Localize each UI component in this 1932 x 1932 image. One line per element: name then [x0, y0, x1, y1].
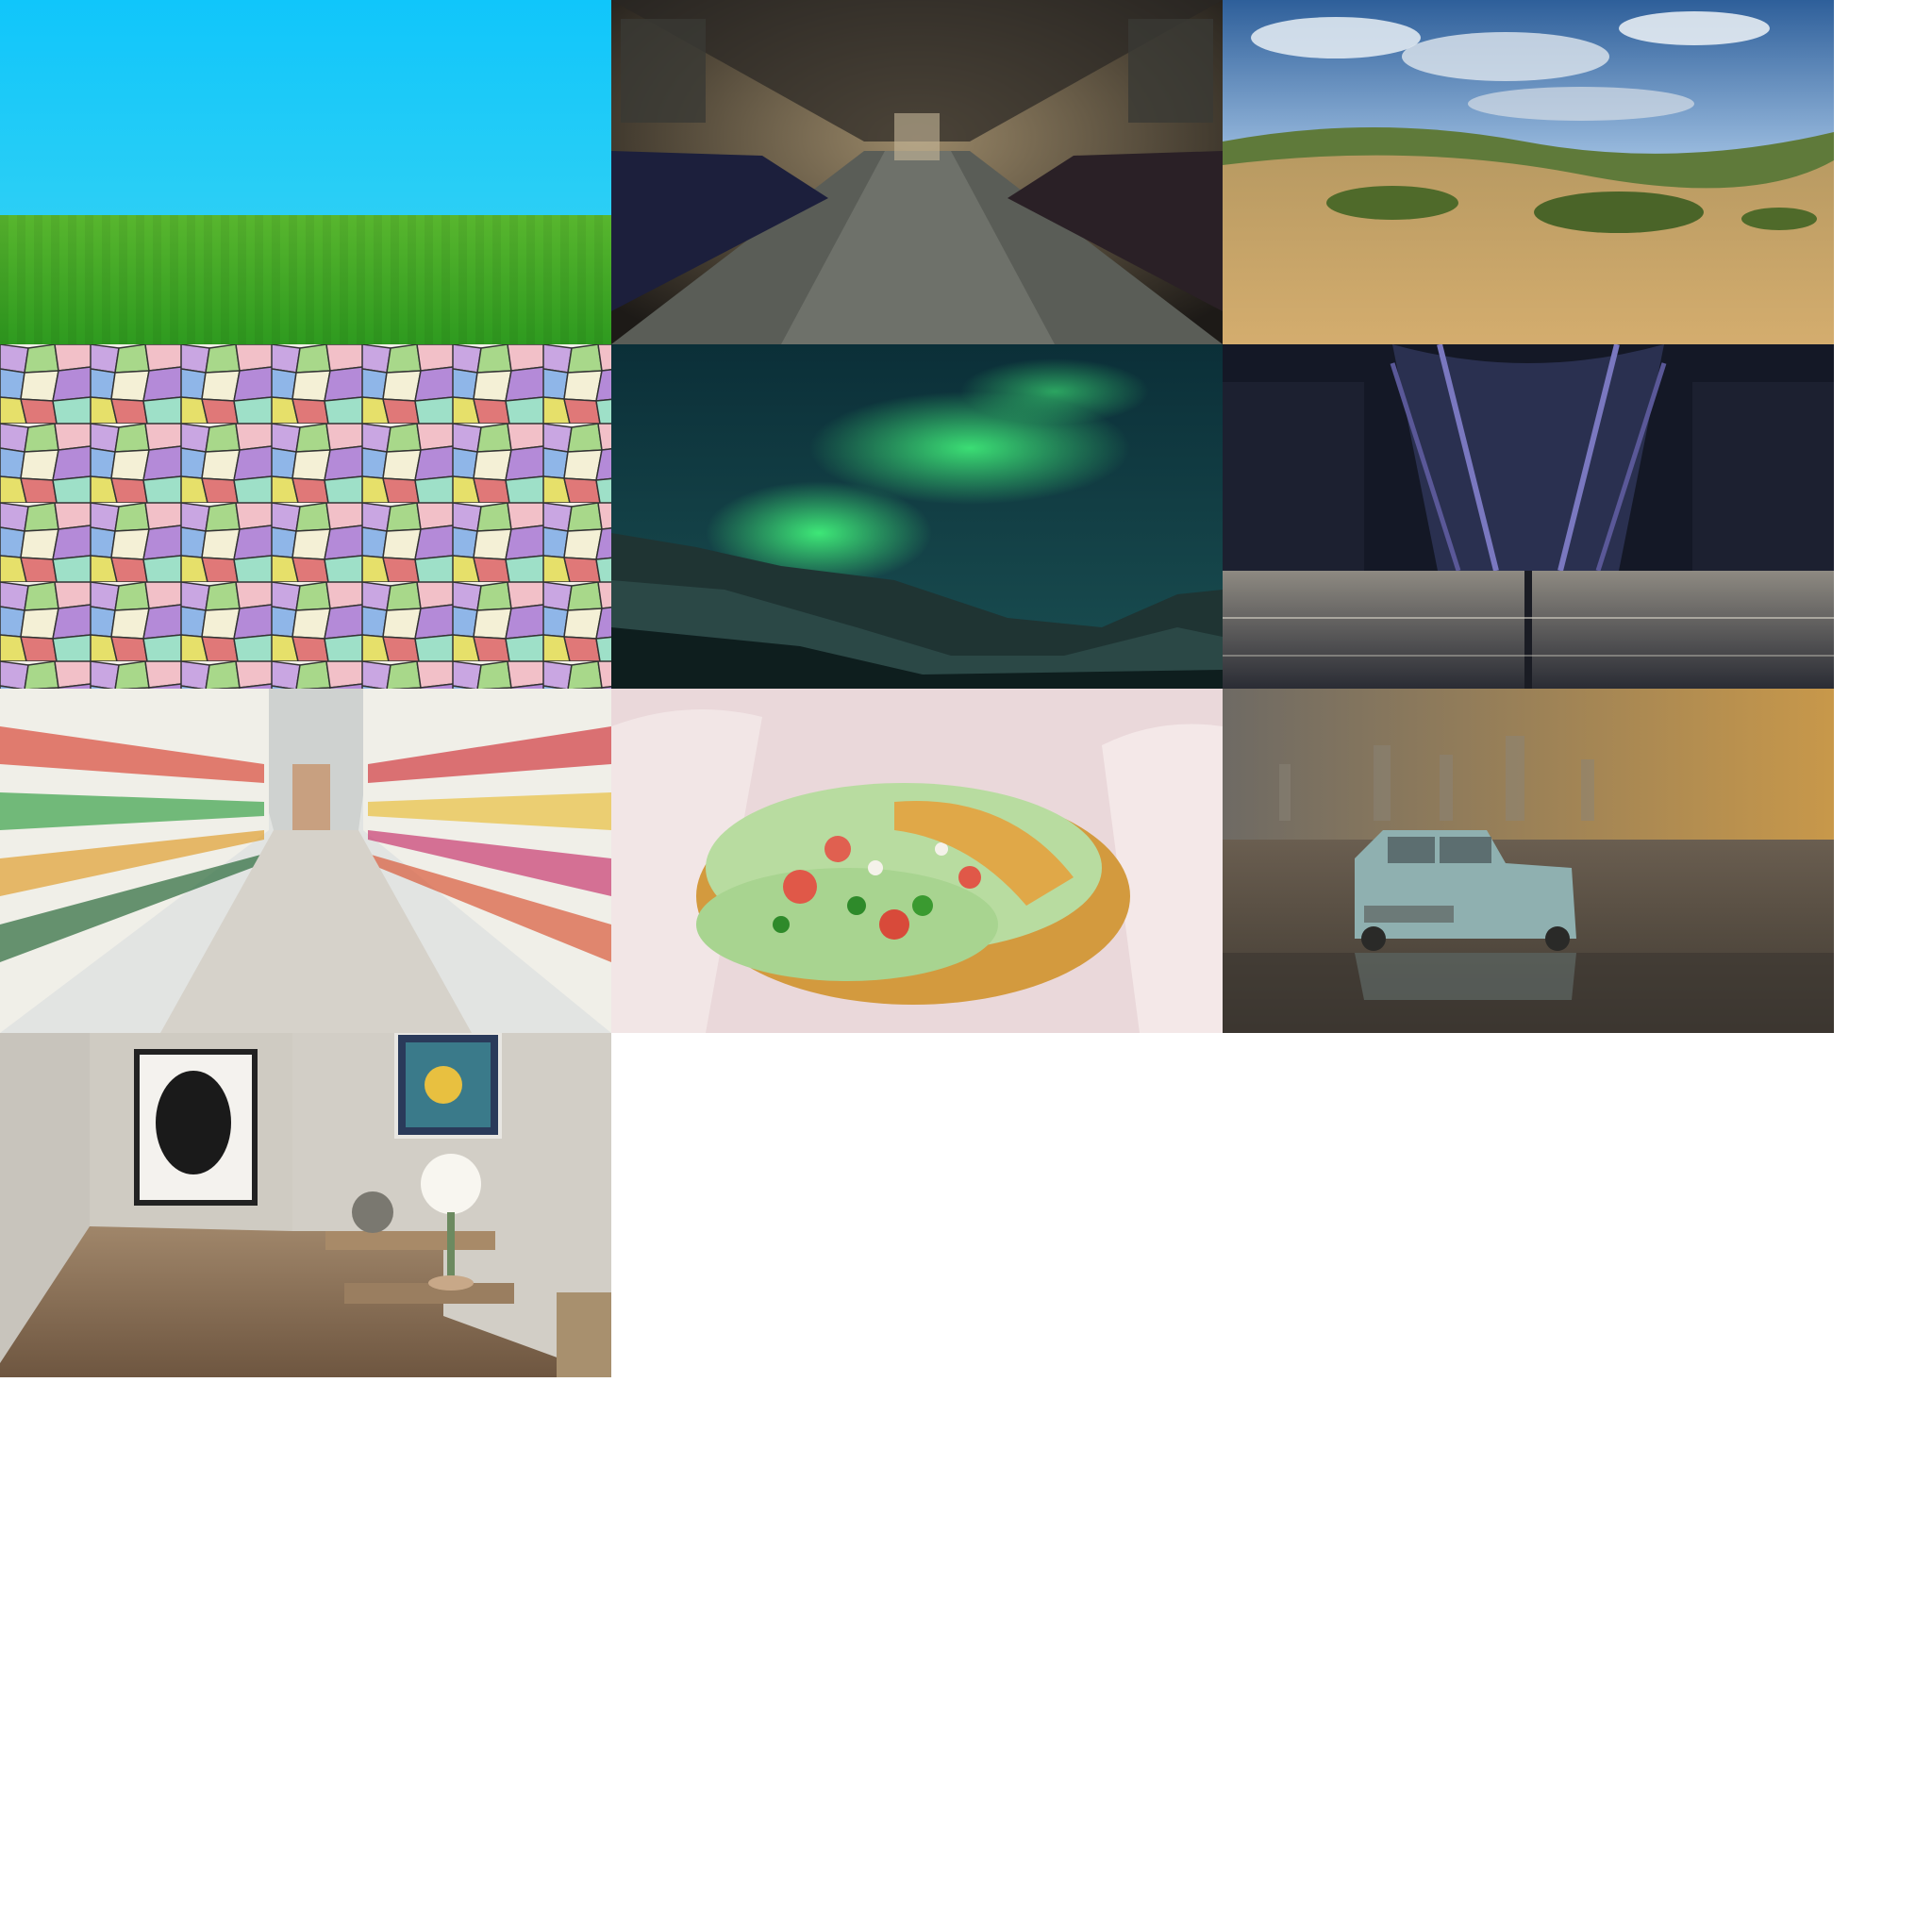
tacos-image	[611, 689, 1223, 1033]
atrium-corridor-photo[interactable]	[1223, 344, 1834, 689]
tacos-photo[interactable]	[611, 689, 1223, 1033]
mosaic-pattern-image	[0, 344, 611, 689]
aurora-image	[611, 344, 1223, 689]
tram-interior-photo[interactable]	[611, 0, 1223, 344]
hallway-interior-image	[0, 1033, 611, 1377]
aurora-photo[interactable]	[611, 344, 1223, 689]
image-gallery-page	[0, 0, 1932, 1932]
wheat-hills-image	[1223, 0, 1834, 344]
supermarket-aisle-photo[interactable]	[0, 689, 611, 1033]
mosaic-pattern-photo[interactable]	[0, 344, 611, 689]
supermarket-aisle-image	[0, 689, 611, 1033]
hallway-interior-photo[interactable]	[0, 1033, 611, 1377]
toy-car-photo[interactable]	[1223, 689, 1834, 1033]
wheat-hills-photo[interactable]	[1223, 0, 1834, 344]
grass-field-image	[0, 0, 611, 344]
grass-field-photo[interactable]	[0, 0, 611, 344]
image-grid	[0, 0, 1834, 1377]
tram-interior-image	[611, 0, 1223, 344]
toy-car-image	[1223, 689, 1834, 1033]
atrium-corridor-image	[1223, 344, 1834, 689]
